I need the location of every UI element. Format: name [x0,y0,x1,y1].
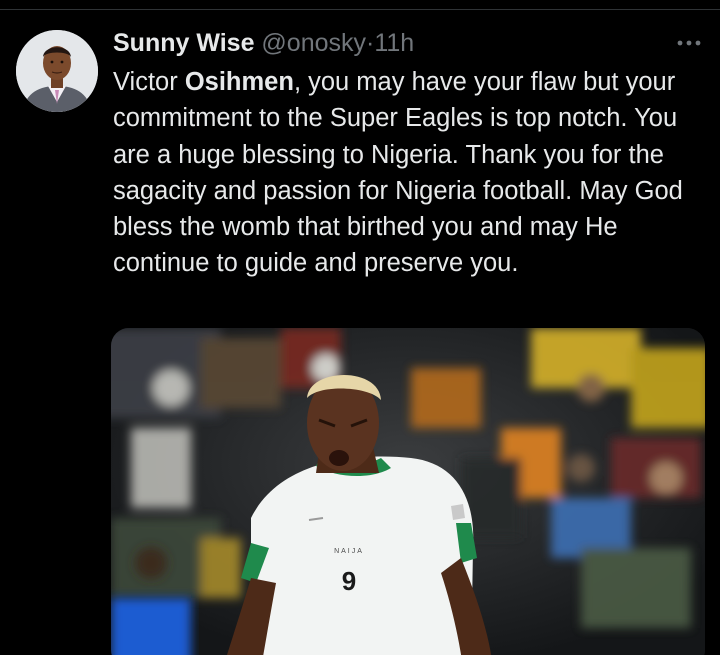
tweet-header: Sunny Wise @onosky·11h [113,26,414,60]
divider [0,9,720,10]
more-options-button[interactable] [672,28,706,58]
avatar-image [16,30,98,112]
timestamp[interactable]: 11h [374,29,414,57]
tweet-card[interactable]: Sunny Wise @onosky·11h Victor Osihmen, y… [0,0,720,655]
avatar[interactable] [16,30,98,112]
tweet-media[interactable]: NAIJA 9 [111,328,705,655]
jersey-text: NAIJA [334,548,364,555]
tweet-text-prefix: Victor [113,68,185,96]
more-horizontal-icon [677,40,701,46]
author-handle[interactable]: @onosky [261,29,366,57]
tweet-text-rest: , you may have your flaw but your commit… [113,68,683,278]
jersey-number: 9 [342,566,356,596]
tweet-text: Victor Osihmen, you may have your flaw b… [113,64,703,282]
tweet-text-bold: Osihmen [184,68,294,96]
player-photo: NAIJA 9 [111,328,705,655]
author-name[interactable]: Sunny Wise [113,29,254,57]
